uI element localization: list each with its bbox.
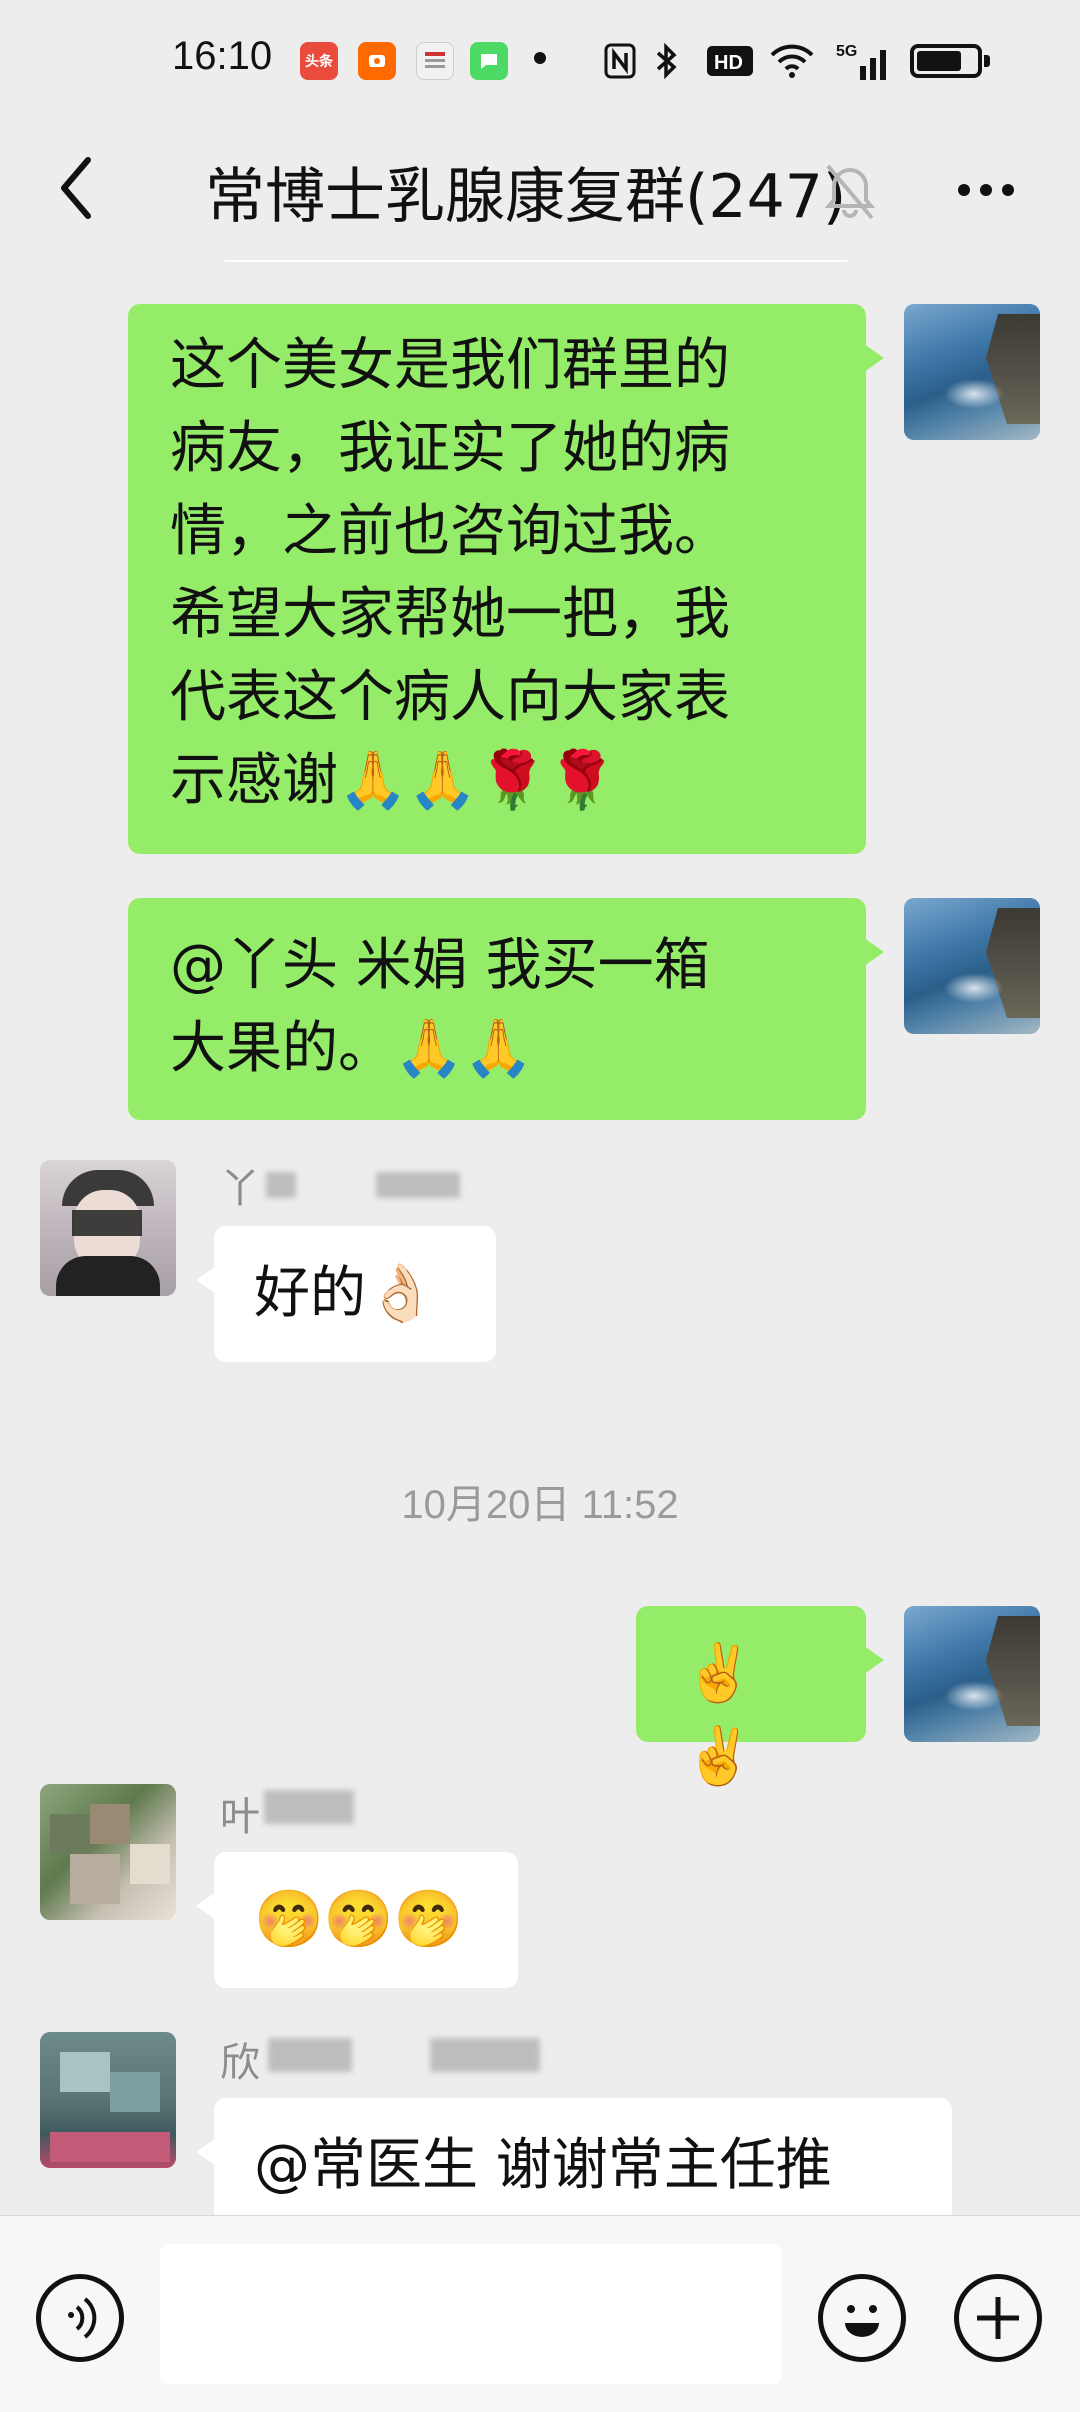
message-line: 🤭🤭🤭 [254, 1887, 464, 1952]
message-input[interactable] [160, 2244, 782, 2384]
previous-message-edge [218, 260, 854, 262]
sender-name: 欣 [220, 2040, 260, 2086]
message-bubble-outgoing[interactable]: 这个美女是我们群里的 病友，我证实了她的病 情，之前也咨询过我。 希望大家帮她一… [128, 304, 884, 854]
wifi-icon [768, 40, 816, 82]
message-line: @常医生 谢谢常主任推 [254, 2133, 832, 2198]
news-icon [416, 42, 454, 80]
message-line: 大果的。🙏🙏 [170, 1016, 534, 1081]
svg-text:5G: 5G [836, 43, 857, 60]
message-bubble-incoming[interactable]: 🤭🤭🤭 [196, 1852, 518, 1988]
title-bar: 常博士乳腺康复群(247) [0, 120, 1080, 260]
member-avatar[interactable] [40, 1784, 176, 1920]
svg-text:HD: HD [714, 52, 743, 74]
more-options-button[interactable] [946, 160, 1026, 220]
message-bubble-outgoing[interactable]: @丫头 米娟 我买一箱 大果的。🙏🙏 [128, 898, 884, 1120]
message-line: 希望大家帮她一把，我 [170, 582, 730, 647]
signal-5g-icon: 5G [830, 40, 894, 82]
my-avatar[interactable] [904, 898, 1040, 1034]
member-avatar[interactable] [40, 1160, 176, 1296]
status-time: 16:10 [172, 34, 273, 78]
message-line: 好的👌🏻 [254, 1261, 436, 1326]
plus-icon [977, 2297, 1019, 2339]
message-bubble-outgoing[interactable]: ✌️✌️ [636, 1606, 884, 1789]
message-line: ✌️✌️ [684, 1641, 754, 1789]
message-line: 代表这个病人向大家表 [170, 665, 730, 730]
blurred-name [264, 1790, 354, 1824]
status-bar: 16:10 头条 HD 5G [0, 0, 1080, 120]
input-bar [0, 2215, 1080, 2412]
message-line: 情，之前也咨询过我。 [170, 499, 730, 564]
blurred-name [268, 2038, 352, 2072]
chat-area[interactable]: 这个美女是我们群里的 病友，我证实了她的病 情，之前也咨询过我。 希望大家帮她一… [0, 260, 1080, 2215]
voice-wave-icon [68, 2297, 97, 2339]
message-line: 病友，我证实了她的病 [170, 416, 730, 481]
blurred-name [266, 1172, 296, 1198]
message-line: 示感谢🙏🙏🌹🌹 [170, 748, 617, 813]
blurred-name [430, 2038, 540, 2072]
more-dots-icon [958, 184, 1014, 196]
emoji-button[interactable] [818, 2274, 906, 2362]
back-arrow-icon [61, 157, 91, 219]
message-bubble-incoming[interactable]: 好的👌🏻 [196, 1226, 496, 1362]
more-functions-button[interactable] [954, 2274, 1042, 2362]
hd-icon: HD [706, 40, 754, 82]
battery-icon [910, 44, 990, 78]
message-line: @丫头 米娟 我买一箱 [170, 933, 710, 998]
member-avatar[interactable] [40, 2032, 176, 2168]
blurred-name [376, 1172, 460, 1198]
voice-input-button[interactable] [36, 2274, 124, 2362]
mute-bell-icon [820, 156, 880, 226]
my-avatar[interactable] [904, 1606, 1040, 1742]
smiley-icon [845, 2305, 879, 2337]
sender-name: 丫 [220, 1166, 260, 1212]
taobao-icon [358, 42, 396, 80]
toutiao-icon: 头条 [300, 42, 338, 80]
nfc-icon [604, 40, 636, 82]
message-line: 这个美女是我们群里的 [170, 333, 730, 398]
message-bubble-incoming[interactable]: @常医生 谢谢常主任推 [196, 2098, 952, 2215]
bluetooth-icon [652, 40, 682, 82]
my-avatar[interactable] [904, 304, 1040, 440]
chat-title: 常博士乳腺康复群(247) [205, 162, 847, 232]
sender-name: 叶 [220, 1794, 260, 1840]
messages-icon [470, 42, 508, 80]
back-button[interactable] [40, 144, 120, 234]
more-notifications-dot [534, 52, 546, 64]
message-timestamp: 10月20日 11:52 [401, 1483, 679, 1527]
